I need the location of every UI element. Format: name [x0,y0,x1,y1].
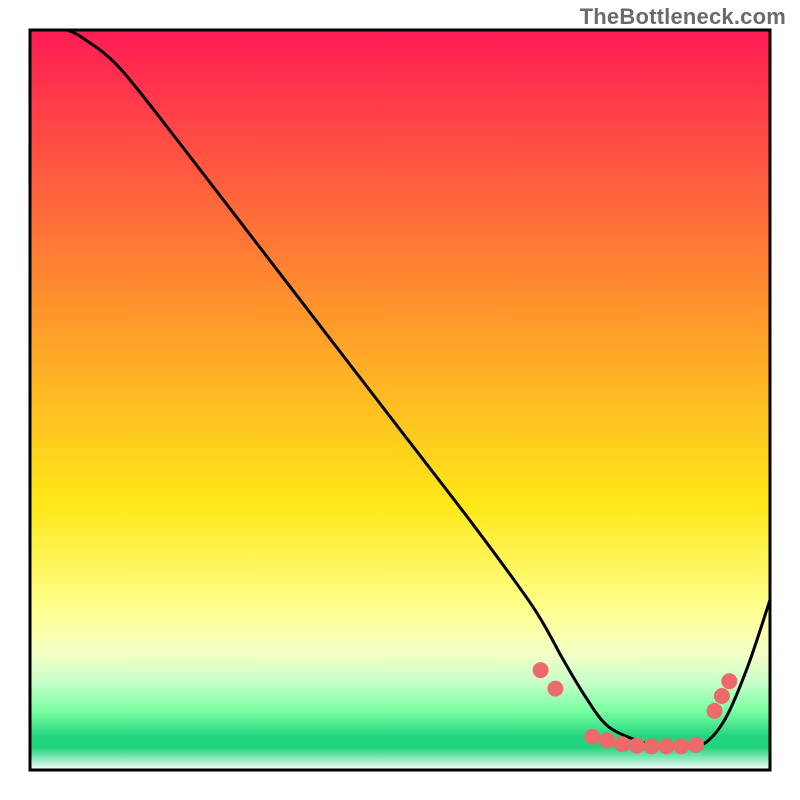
highlight-dot [614,736,630,752]
highlight-dot [673,738,689,754]
highlight-dot [658,738,674,754]
highlight-dot [584,729,600,745]
highlight-dot [644,738,660,754]
highlight-dot [533,662,549,678]
highlight-dot [707,703,723,719]
highlight-dot [714,688,730,704]
highlight-dot [688,737,704,753]
highlight-dot [547,681,563,697]
highlight-dot [721,673,737,689]
bottleneck-plot [0,0,800,800]
plot-background [30,30,770,770]
highlight-dot [629,738,645,754]
chart-frame: TheBottleneck.com [0,0,800,800]
highlight-dot [599,732,615,748]
